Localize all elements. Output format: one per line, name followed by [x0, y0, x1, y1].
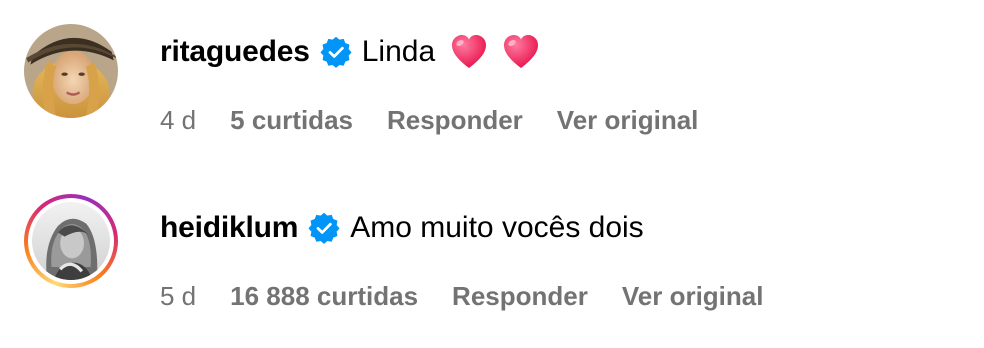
likes-count-button[interactable]: 16 888 curtidas: [230, 281, 418, 312]
comment-meta-row: 5 d 16 888 curtidas Responder Ver origin…: [160, 278, 797, 314]
comment-timestamp[interactable]: 4 d: [160, 105, 196, 136]
username-link[interactable]: heidiklum: [160, 211, 298, 245]
verified-badge-icon: [320, 36, 352, 68]
avatar-inner: [28, 198, 114, 284]
avatar[interactable]: [24, 24, 118, 118]
see-original-button[interactable]: Ver original: [557, 105, 699, 136]
profile-photo: [24, 24, 118, 118]
likes-count-button[interactable]: 5 curtidas: [230, 105, 353, 136]
username-link[interactable]: ritaguedes: [160, 35, 310, 69]
profile-photo: [32, 202, 110, 280]
comment-item: heidiklum Amo muito vocês dois 5 d 16 88…: [0, 174, 984, 348]
reply-button[interactable]: Responder: [452, 281, 588, 312]
see-original-button[interactable]: Ver original: [622, 281, 764, 312]
comment-meta-row: 4 d 5 curtidas Responder Ver original: [160, 102, 732, 138]
reply-button[interactable]: Responder: [387, 105, 523, 136]
comment-first-line: heidiklum Amo muito vocês dois: [160, 206, 644, 250]
heart-emoji-icon: [452, 35, 487, 68]
verified-badge-icon: [308, 212, 340, 244]
comment-text: Linda: [361, 35, 436, 68]
comment-first-line: ritaguedes Linda: [160, 30, 541, 74]
comment-item: ritaguedes Linda 4 d 5 curtidas Responde…: [0, 0, 984, 174]
heart-emoji-icon: [504, 35, 539, 68]
comment-timestamp[interactable]: 5 d: [160, 281, 196, 312]
avatar-with-story-ring[interactable]: [24, 194, 118, 288]
comment-text: Amo muito vocês dois: [350, 211, 644, 244]
